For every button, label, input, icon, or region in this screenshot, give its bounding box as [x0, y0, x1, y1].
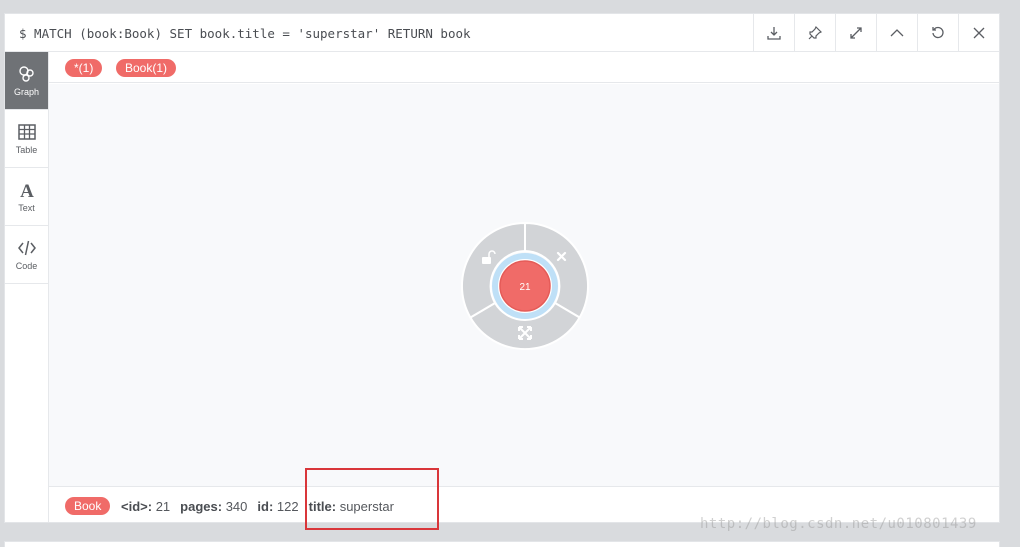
- sidebar-item-label: Table: [15, 145, 38, 155]
- property-value: 340: [225, 499, 248, 514]
- query-text[interactable]: $ MATCH (book:Book) SET book.title = 'su…: [19, 26, 471, 41]
- text-icon: A: [20, 181, 34, 200]
- property-value: 21: [155, 499, 171, 514]
- fullscreen-button[interactable]: [835, 14, 876, 52]
- all-nodes-pill[interactable]: *(1): [65, 59, 103, 77]
- property-pages: pages: 340: [180, 499, 247, 514]
- annotation-highlight-box: [305, 468, 439, 530]
- sidebar-item-label: Text: [18, 203, 35, 213]
- pin-icon: [808, 25, 823, 40]
- property-value: 122: [276, 499, 299, 514]
- graph-canvas[interactable]: 21: [49, 84, 999, 486]
- node-caption: 21: [519, 282, 531, 293]
- code-icon: [17, 240, 36, 256]
- sidebar-item-label: Code: [15, 261, 38, 271]
- property-key: pages:: [180, 499, 223, 514]
- result-frame: $ MATCH (book:Book) SET book.title = 'su…: [4, 13, 1000, 523]
- view-sidebar: Graph Table A Text Code: [5, 52, 49, 522]
- labels-bar: *(1) Book(1): [49, 52, 999, 83]
- node-context-ring: 21: [461, 222, 589, 350]
- frame-header: $ MATCH (book:Book) SET book.title = 'su…: [5, 14, 999, 52]
- close-button[interactable]: [958, 14, 999, 52]
- svg-text:A: A: [20, 181, 34, 200]
- sidebar-item-graph[interactable]: Graph: [5, 52, 48, 110]
- next-frame-edge: [4, 541, 1000, 547]
- property-key: <id>:: [121, 499, 153, 514]
- graph-icon: [18, 66, 34, 82]
- expand-icon: [850, 27, 862, 39]
- collapse-button[interactable]: [876, 14, 917, 52]
- book-label-pill[interactable]: Book(1): [116, 59, 177, 77]
- node-label-badge[interactable]: Book: [65, 497, 111, 515]
- property-key: id:: [257, 499, 274, 514]
- download-icon: [767, 27, 781, 40]
- download-button[interactable]: [753, 14, 794, 52]
- sidebar-item-table[interactable]: Table: [5, 110, 48, 168]
- rerun-button[interactable]: [917, 14, 958, 52]
- pin-button[interactable]: [794, 14, 835, 52]
- sidebar-item-label: Graph: [13, 87, 39, 97]
- watermark: http://blog.csdn.net/u010801439: [700, 516, 977, 532]
- refresh-icon: [932, 26, 944, 39]
- sidebar-item-code[interactable]: Code: [5, 226, 48, 284]
- header-toolbar: [753, 14, 999, 52]
- close-icon: [973, 27, 985, 39]
- property-book-id: id: 122: [257, 499, 298, 514]
- property-id: <id>: 21: [121, 499, 170, 514]
- collapse-up-icon: [890, 29, 904, 37]
- sidebar-item-text[interactable]: A Text: [5, 168, 48, 226]
- table-icon: [17, 124, 36, 140]
